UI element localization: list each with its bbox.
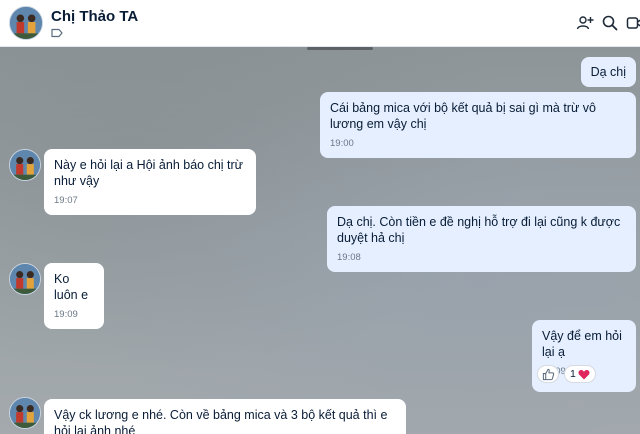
message-text: Này e hỏi lại a Hội ảnh báo chị trừ như … (54, 158, 244, 188)
message-text: Cái bảng mica với bộ kết quả bị sai gì m… (330, 101, 596, 131)
message-time: 19:07 (54, 195, 78, 206)
tag-icon[interactable] (51, 28, 63, 38)
reaction-count: 1 (570, 368, 576, 380)
message-text: Vậy ck lương e nhé. Còn về bảng mica và … (54, 408, 388, 434)
reaction-summary[interactable]: 1 (564, 365, 596, 383)
message-time: 19:00 (330, 138, 354, 149)
message-bubble-outgoing[interactable]: Cái bảng mica với bộ kết quả bị sai gì m… (320, 92, 636, 158)
message-time: 19:08 (337, 252, 361, 263)
heart-icon (578, 370, 590, 380)
contact-name[interactable]: Chị Thảo TA (51, 8, 138, 25)
message-text: Ko luôn e (54, 272, 89, 302)
sender-avatar[interactable] (9, 397, 41, 429)
message-bubble-incoming[interactable]: Vậy ck lương e nhé. Còn về bảng mica và … (44, 399, 406, 434)
like-reaction-button[interactable] (537, 365, 559, 383)
message-text: Vậy để em hỏi lại ạ (542, 329, 622, 359)
sender-avatar[interactable] (9, 149, 41, 181)
video-call-icon[interactable] (626, 14, 640, 32)
message-time: 19:09 (54, 309, 78, 320)
chat-header: Chị Thảo TA (0, 0, 640, 47)
contact-avatar[interactable] (9, 6, 43, 40)
message-bubble-outgoing[interactable]: Dạ chị (580, 57, 636, 87)
add-to-group-icon[interactable] (576, 14, 594, 32)
scrollbar-thumb[interactable] (307, 47, 373, 50)
search-icon[interactable] (601, 14, 619, 32)
message-bubble-outgoing[interactable]: Dạ chị. Còn tiền e đề nghị hỗ trợ đi lại… (327, 206, 636, 272)
message-bubble-incoming[interactable]: Này e hỏi lại a Hội ảnh báo chị trừ như … (44, 149, 256, 215)
thumbs-up-icon (542, 368, 555, 381)
message-text: Dạ chị (590, 65, 626, 79)
message-text: Dạ chị. Còn tiền e đề nghị hỗ trợ đi lại… (337, 215, 621, 245)
message-bubble-incoming[interactable]: Ko luôn e 19:09 (44, 263, 104, 329)
sender-avatar[interactable] (9, 263, 41, 295)
